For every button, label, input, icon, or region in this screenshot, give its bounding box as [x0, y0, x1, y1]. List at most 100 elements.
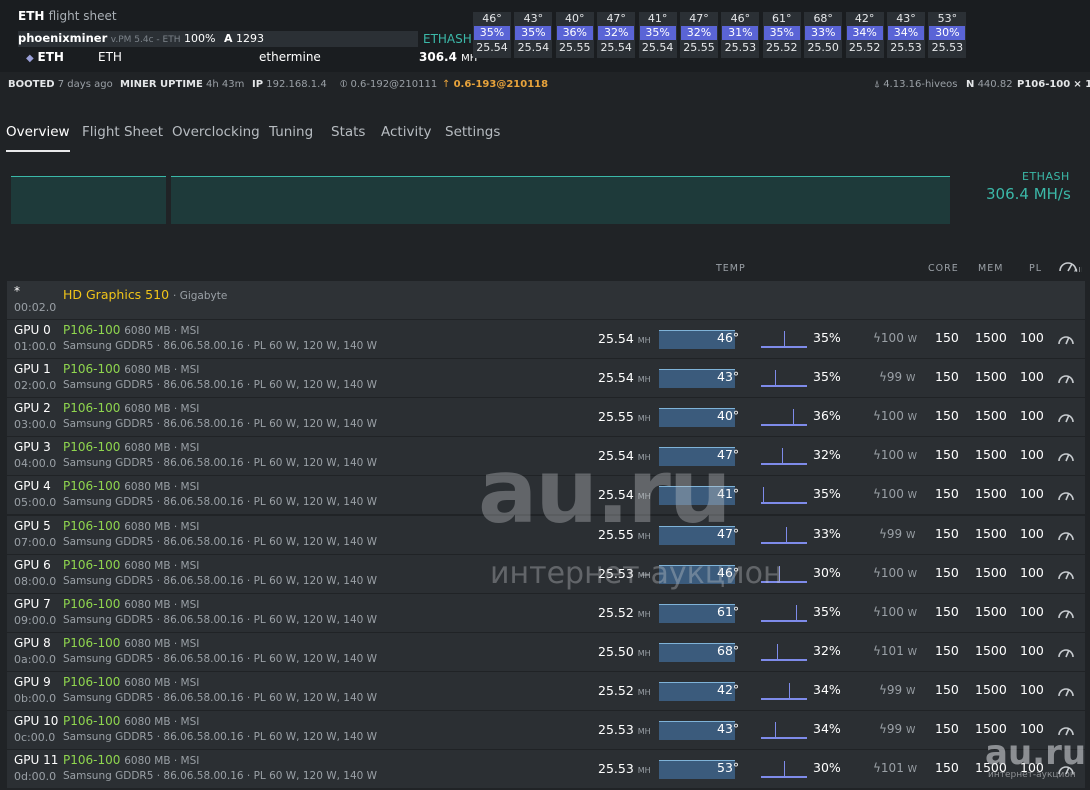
tab-overclocking[interactable]: Overclocking [172, 124, 260, 152]
tile-temp: 47° [606, 12, 626, 25]
gpu-temp: 46° [717, 564, 740, 580]
igpu-row[interactable]: * 00:02.0 HD Graphics 510 · Gigabyte [7, 281, 1085, 319]
gpu-mem-clock: 1500 [975, 486, 1007, 502]
gpu-memory-info: Samsung GDDR5 · 86.06.58.00.16 · PL 60 W… [63, 574, 378, 587]
gauge-icon[interactable] [1057, 566, 1075, 580]
gpu-row[interactable]: GPU 9 0b:00.0 P106-100 6080 MB · MSI Samsun… [7, 671, 1085, 710]
gpu-row[interactable]: GPU 3 04:00.0 P106-100 6080 MB · MSI Samsun… [7, 437, 1085, 476]
gpu-fan-tick [763, 487, 765, 503]
flight-sheet-title: ETH flight sheet [18, 9, 117, 23]
tile-fan: 32% [681, 26, 717, 40]
gpu-row[interactable]: GPU 6 08:00.0 P106-100 6080 MB · MSI Samsun… [7, 554, 1085, 593]
tab-stats[interactable]: Stats [331, 124, 365, 152]
tab-flight-sheet[interactable]: Flight Sheet [82, 124, 163, 152]
gpu-name: GPU 9 [14, 674, 51, 689]
tile-fan: 34% [846, 26, 883, 40]
gpu-power-limit: 100 [1020, 525, 1044, 541]
gpu-memory-info: Samsung GDDR5 · 86.06.58.00.16 · PL 60 W… [63, 731, 378, 743]
gauge-icon[interactable] [1057, 683, 1075, 697]
gpu-core-clock: 150 [935, 330, 959, 345]
tab-tuning[interactable]: Tuning [269, 124, 313, 152]
gpu-row[interactable]: GPU 4 05:00.0 P106-100 6080 MB · MSI Samsun… [7, 476, 1085, 515]
gauge-icon[interactable] [1057, 331, 1075, 345]
gpu-power: ϟ100 W [873, 565, 918, 580]
gauge-icon[interactable] [1057, 487, 1075, 501]
gpu-core-clock: 150 [935, 642, 959, 658]
gpu-row[interactable]: GPU 0 01:00.0 P106-100 6080 MB · MSI Samsun… [7, 320, 1085, 358]
header-core: CORE [928, 263, 959, 274]
gauge-icon[interactable] [1057, 409, 1075, 423]
header-temp: TEMP [716, 263, 746, 274]
gpu-hashrate: 25.52 MH [598, 604, 651, 620]
gpu-temp: 43° [717, 369, 740, 385]
gpu-tile[interactable]: 43° 35% 25.54 [514, 12, 553, 58]
tile-hashrate: 25.55 [559, 41, 591, 54]
gauge-icon[interactable] [1057, 722, 1075, 736]
linux-icon: ⍋ [874, 79, 880, 90]
gpu-tile[interactable]: 47° 32% 25.54 [597, 12, 636, 58]
gpu-name: GPU 0 [14, 323, 51, 337]
tile-temp: 68° [813, 12, 833, 25]
gpu-tile[interactable]: 47° 32% 25.55 [680, 12, 718, 58]
gpu-power-limit: 100 [1020, 681, 1044, 697]
gpu-name: GPU 8 [14, 635, 51, 650]
gpu-memory-info: Samsung GDDR5 · 86.06.58.00.16 · PL 60 W… [63, 691, 378, 704]
tile-fan: 30% [929, 26, 966, 40]
gpu-fan-tick [774, 722, 776, 737]
tile-temp: 46° [730, 12, 751, 25]
gpu-tile[interactable]: 41° 35% 25.54 [638, 12, 677, 58]
gpu-fan-tick [788, 682, 790, 698]
tab-overview[interactable]: Overview [6, 124, 70, 152]
gpu-core-clock: 150 [935, 760, 959, 776]
gpu-model: P106-100 6080 MB · MSI [63, 479, 200, 494]
gpu-row[interactable]: GPU 1 02:00.0 P106-100 6080 MB · MSI Samsun… [7, 359, 1085, 398]
gpu-row[interactable]: GPU 10 0c:00.0 P106-100 6080 MB · MSI Samsu… [7, 711, 1085, 749]
tile-fan: 32% [598, 26, 635, 40]
gpu-power-limit: 100 [1020, 447, 1044, 463]
tile-fan: 35% [474, 26, 510, 40]
gpu-core-clock: 150 [935, 564, 959, 580]
gpu-tile[interactable]: 42° 34% 25.52 [845, 12, 884, 58]
gpu-tile[interactable]: 40° 36% 25.55 [555, 12, 594, 58]
tab-settings[interactable]: Settings [445, 124, 500, 152]
gauge-icon[interactable] [1057, 527, 1075, 541]
gpu-model: P106-100 6080 MB · MSI [63, 635, 200, 650]
gpu-row[interactable]: GPU 11 0d:00.0 P106-100 6080 MB · MSI Samsu… [7, 750, 1085, 789]
gpu-tile[interactable]: 43° 34% 25.53 [887, 12, 925, 58]
status-bar: BOOTED 7 days ago MINER UPTIME 4h 43m IP… [8, 79, 1090, 93]
tab-activity[interactable]: Activity [381, 124, 432, 152]
gpu-power-limit: 100 [1020, 564, 1044, 580]
tile-temp: 61° [772, 12, 792, 25]
gpu-fan-graph [761, 697, 807, 700]
gpu-fan-tick [774, 370, 776, 386]
gpu-power-limit: 100 [1020, 642, 1044, 658]
gpu-fan-graph [761, 463, 807, 466]
gpu-row[interactable]: GPU 7 09:00.0 P106-100 6080 MB · MSI Samsun… [7, 593, 1085, 632]
gpu-fan: 32% [813, 447, 841, 463]
gpu-fan: 30% [813, 760, 841, 776]
tile-fan: 34% [888, 26, 924, 40]
ethereum-icon: ◆ [26, 53, 34, 64]
gpu-fan: 35% [813, 330, 841, 345]
gpu-fan-graph [761, 502, 807, 505]
gpu-mem-clock: 1500 [975, 721, 1007, 736]
gpu-hashrate: 25.54 MH [598, 487, 651, 503]
gpu-row[interactable]: GPU 5 07:00.0 P106-100 6080 MB · MSI Samsun… [7, 515, 1085, 554]
gauge-icon[interactable] [1057, 370, 1075, 384]
all-gauge-icon[interactable]: all [1058, 259, 1083, 274]
gpu-tile[interactable]: 46° 31% 25.53 [721, 12, 760, 58]
gauge-icon[interactable] [1057, 644, 1075, 658]
gpu-tile[interactable]: 46° 35% 25.54 [473, 12, 511, 58]
gpu-tile[interactable]: 61° 35% 25.52 [762, 12, 801, 58]
gpu-tile[interactable]: 68° 33% 25.50 [804, 12, 843, 58]
update-available[interactable]: ↑ 0.6-193@210118 [442, 79, 548, 90]
tile-temp: 43° [896, 12, 916, 25]
gauge-icon[interactable] [1057, 761, 1075, 775]
gauge-icon[interactable] [1057, 448, 1075, 462]
gpu-tile[interactable]: 53° 30% 25.53 [928, 12, 967, 58]
gpu-name: GPU 1 [14, 362, 51, 377]
tile-hashrate: 25.54 [476, 41, 508, 54]
gpu-row[interactable]: GPU 2 03:00.0 P106-100 6080 MB · MSI Samsun… [7, 398, 1085, 437]
gpu-row[interactable]: GPU 8 0a:00.0 P106-100 6080 MB · MSI Samsun… [7, 632, 1085, 671]
gauge-icon[interactable] [1057, 605, 1075, 619]
